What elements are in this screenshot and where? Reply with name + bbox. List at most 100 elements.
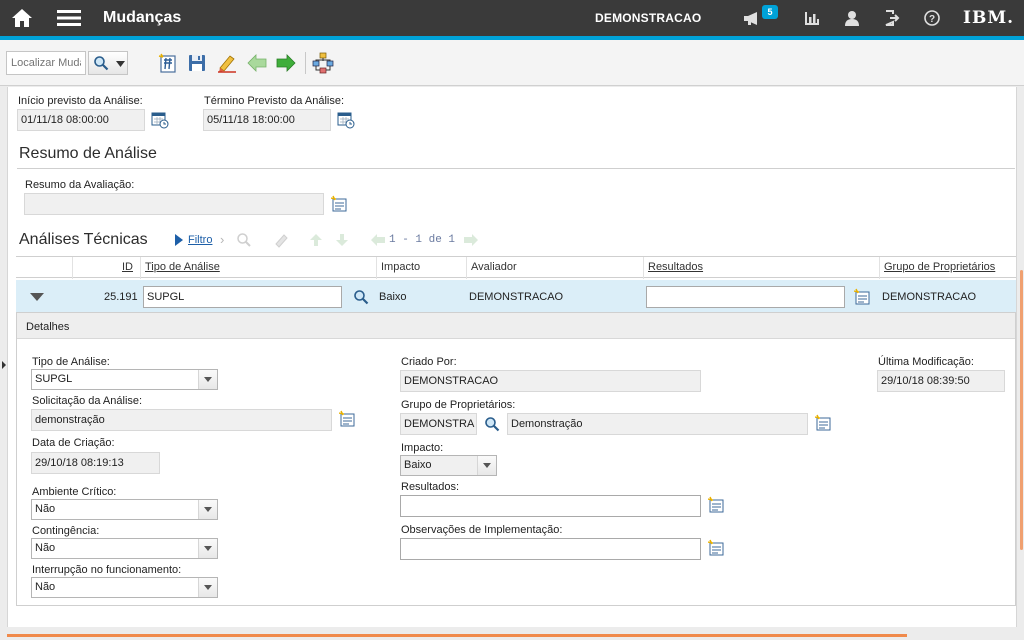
critical-environment-value: Não xyxy=(35,503,56,515)
analysis-end-label: Término Previsto da Análise: xyxy=(204,95,345,107)
hamburger-menu-icon[interactable] xyxy=(56,6,82,30)
calendar-icon[interactable] xyxy=(337,111,355,129)
long-description-icon[interactable] xyxy=(854,288,872,306)
notification-badge[interactable]: 5 xyxy=(762,5,778,19)
last-modified-field: 29/10/18 08:39:50 xyxy=(877,370,1005,392)
search-icon[interactable] xyxy=(352,288,370,306)
creation-date-field: 29/10/18 08:19:13 xyxy=(31,452,160,474)
next-page-icon[interactable] xyxy=(462,231,480,249)
search-input[interactable] xyxy=(6,51,86,75)
toolbar xyxy=(0,40,1024,86)
analysis-start-field[interactable]: 01/11/18 08:00:00 xyxy=(17,109,145,131)
table-search-icon[interactable] xyxy=(235,231,253,249)
user-profile-icon[interactable] xyxy=(840,6,864,30)
horizontal-scrollbar[interactable] xyxy=(7,634,907,637)
summary-section-heading: Resumo de Análise xyxy=(19,145,157,162)
created-by-field: DEMONSTRACAO xyxy=(400,370,701,392)
section-divider xyxy=(17,168,1015,169)
arrow-down-icon[interactable] xyxy=(333,231,351,249)
contingency-value: Não xyxy=(35,542,56,554)
filter-arrow-icon[interactable] xyxy=(170,231,188,249)
column-divider xyxy=(72,257,73,279)
pagination-status: 1 - 1 de 1 xyxy=(389,234,456,246)
column-header-impact: Impacto xyxy=(381,261,421,273)
results-input[interactable] xyxy=(400,495,701,517)
save-icon[interactable] xyxy=(186,52,208,74)
analysis-type-select[interactable]: SUPGL xyxy=(31,369,218,390)
interruption-value: Não xyxy=(35,581,56,593)
logout-icon[interactable] xyxy=(880,6,904,30)
clear-filter-icon[interactable] xyxy=(272,231,290,249)
filter-link[interactable]: Filtro xyxy=(188,234,212,246)
column-divider xyxy=(643,257,644,279)
details-header: Detalhes xyxy=(17,313,1015,339)
impact-select[interactable]: Baixo xyxy=(400,455,497,476)
impact-value: Baixo xyxy=(404,459,432,471)
table-row[interactable]: 25.191 SUPGL Baixo DEMONSTRACAO DEMONSTR… xyxy=(16,280,1016,312)
contingency-select[interactable]: Não xyxy=(31,538,218,559)
toolbar-divider xyxy=(305,52,306,74)
column-header-evaluator: Avaliador xyxy=(471,261,517,273)
implementation-notes-input[interactable] xyxy=(400,538,701,560)
row-results-input[interactable] xyxy=(646,286,845,308)
top-navigation-bar: Mudanças DEMONSTRACAO 5 ? IBM. xyxy=(0,0,1024,36)
column-header-results[interactable]: Resultados xyxy=(648,261,703,273)
critical-environment-label: Ambiente Crítico: xyxy=(32,486,117,498)
vertical-scrollbar[interactable] xyxy=(1020,270,1023,550)
chevron-down-icon[interactable] xyxy=(198,500,217,519)
long-description-icon[interactable] xyxy=(708,496,726,514)
row-type-input[interactable]: SUPGL xyxy=(143,286,342,308)
column-divider xyxy=(466,257,467,279)
arrow-up-icon[interactable] xyxy=(307,231,325,249)
column-header-id[interactable]: ID xyxy=(122,261,133,273)
details-title: Detalhes xyxy=(26,321,70,333)
interruption-label: Interrupção no funcionamento: xyxy=(32,564,182,576)
long-description-icon[interactable] xyxy=(708,539,726,557)
chevron-down-icon[interactable] xyxy=(198,578,217,597)
created-by-label: Criado Por: xyxy=(401,356,457,368)
previous-record-icon[interactable] xyxy=(246,52,268,74)
implementation-notes-label: Observações de Implementação: xyxy=(401,524,563,536)
summary-field[interactable] xyxy=(24,193,324,215)
request-field[interactable]: demonstração xyxy=(31,409,332,431)
interruption-select[interactable]: Não xyxy=(31,577,218,598)
chevron-down-icon[interactable] xyxy=(198,370,217,389)
workflow-icon[interactable] xyxy=(312,52,334,74)
column-header-type[interactable]: Tipo de Análise xyxy=(145,261,220,273)
previous-page-icon[interactable] xyxy=(369,231,387,249)
column-divider xyxy=(376,257,377,279)
details-section xyxy=(16,312,1016,606)
next-record-icon[interactable] xyxy=(275,52,297,74)
owner-group-code-field[interactable]: DEMONSTRA xyxy=(400,413,477,435)
chevron-down-icon[interactable] xyxy=(477,456,496,475)
app-title: Mudanças xyxy=(103,9,182,26)
row-expand-icon[interactable] xyxy=(30,293,44,301)
long-description-icon[interactable] xyxy=(331,195,349,213)
chevron-right-icon: › xyxy=(220,232,225,247)
analysis-end-field[interactable]: 05/11/18 18:00:00 xyxy=(203,109,331,131)
search-icon[interactable] xyxy=(483,415,501,433)
long-description-icon[interactable] xyxy=(815,414,833,432)
critical-environment-select[interactable]: Não xyxy=(31,499,218,520)
column-header-owner-group[interactable]: Grupo de Proprietários xyxy=(884,261,995,273)
help-icon[interactable]: ? xyxy=(920,6,944,30)
results-label: Resultados: xyxy=(401,481,460,493)
creation-date-label: Data de Criação: xyxy=(32,437,115,449)
summary-label: Resumo da Avaliação: xyxy=(25,179,135,191)
reports-chart-icon[interactable] xyxy=(800,6,824,30)
column-divider xyxy=(140,257,141,279)
chevron-down-icon[interactable] xyxy=(198,539,217,558)
impact-label: Impacto: xyxy=(401,442,444,454)
contingency-label: Contingência: xyxy=(32,525,100,537)
side-panel-toggle[interactable] xyxy=(0,355,7,375)
search-options-button[interactable] xyxy=(88,51,128,75)
request-label: Solicitação da Análise: xyxy=(32,395,143,407)
row-evaluator: DEMONSTRACAO xyxy=(469,291,564,303)
long-description-icon[interactable] xyxy=(339,410,357,428)
clear-changes-icon[interactable] xyxy=(216,52,238,74)
analysis-type-value: SUPGL xyxy=(35,373,73,385)
home-icon[interactable] xyxy=(10,6,34,30)
row-impact: Baixo xyxy=(379,291,407,303)
new-record-icon[interactable] xyxy=(157,52,179,74)
calendar-icon[interactable] xyxy=(151,111,169,129)
